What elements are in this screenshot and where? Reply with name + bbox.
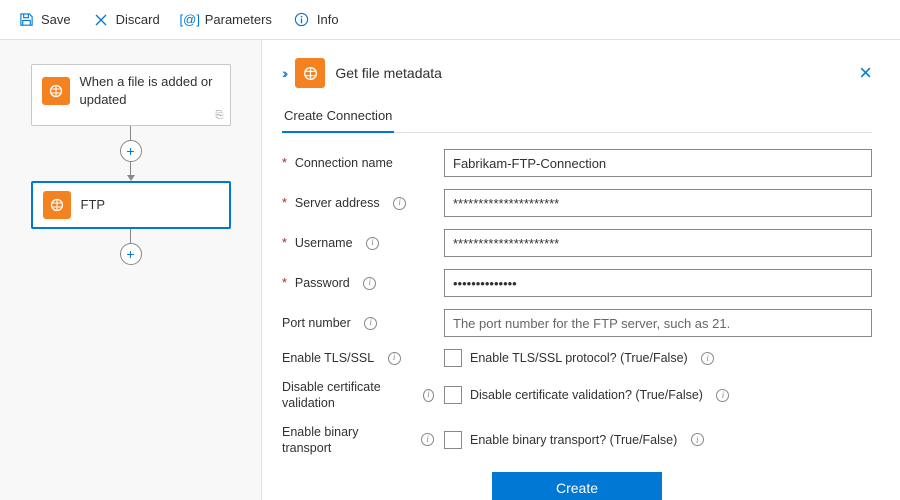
trigger-node[interactable]: When a file is added or updated ⎘ xyxy=(31,64,231,126)
info-icon[interactable]: i xyxy=(421,433,434,446)
link-icon: ⎘ xyxy=(216,110,224,121)
trigger-title: When a file is added or updated xyxy=(80,73,220,108)
action-title: FTP xyxy=(81,196,106,214)
discard-button[interactable]: Discard xyxy=(85,8,168,32)
parameters-button[interactable]: [@] Parameters xyxy=(174,8,280,32)
cert-cb-label: Disable certificate validation? (True/Fa… xyxy=(470,388,729,402)
add-step-button[interactable]: + xyxy=(120,243,142,265)
toolbar: Save Discard [@] Parameters Info xyxy=(0,0,900,40)
tab-row: Create Connection xyxy=(282,102,872,133)
info-label: Info xyxy=(317,12,339,27)
info-icon[interactable]: i xyxy=(366,237,379,250)
collapse-icon[interactable]: ›› xyxy=(282,65,285,81)
parameters-icon: [@] xyxy=(182,12,198,28)
tls-cb-label: Enable TLS/SSL protocol? (True/False) i xyxy=(470,351,714,365)
ftp-icon xyxy=(43,191,71,219)
save-button[interactable]: Save xyxy=(10,8,79,32)
designer-canvas: When a file is added or updated ⎘ + FTP … xyxy=(0,40,262,500)
info-button[interactable]: Info xyxy=(286,8,347,32)
info-icon[interactable]: i xyxy=(716,389,729,402)
details-panel: ›› Get file metadata × Create Connection… xyxy=(262,40,900,500)
action-node-ftp[interactable]: FTP xyxy=(31,181,231,229)
info-icon[interactable]: i xyxy=(423,389,434,402)
save-label: Save xyxy=(41,12,71,27)
info-icon[interactable]: i xyxy=(701,352,714,365)
info-icon[interactable]: i xyxy=(363,277,376,290)
create-button[interactable]: Create xyxy=(492,472,662,500)
server-address-label: *Server address i xyxy=(282,195,434,211)
connection-name-input[interactable] xyxy=(444,149,872,177)
password-input[interactable] xyxy=(444,269,872,297)
save-icon xyxy=(18,12,34,28)
tls-label: Enable TLS/SSL i xyxy=(282,350,434,366)
username-label: *Username i xyxy=(282,235,434,251)
info-icon[interactable]: i xyxy=(691,433,704,446)
discard-icon xyxy=(93,12,109,28)
info-icon[interactable]: i xyxy=(388,352,401,365)
tab-create-connection[interactable]: Create Connection xyxy=(282,102,394,133)
info-icon[interactable]: i xyxy=(393,197,406,210)
ftp-icon xyxy=(42,77,70,105)
server-address-input[interactable] xyxy=(444,189,872,217)
info-icon xyxy=(294,12,310,28)
binary-cb-label: Enable binary transport? (True/False) i xyxy=(470,433,704,447)
ftp-icon xyxy=(295,58,325,88)
password-label: *Password i xyxy=(282,275,434,291)
connection-name-label: *Connection name xyxy=(282,155,434,171)
close-icon[interactable]: × xyxy=(859,60,872,86)
panel-title: Get file metadata xyxy=(335,65,849,81)
add-step-button[interactable]: + xyxy=(120,140,142,162)
tls-checkbox[interactable] xyxy=(444,349,462,367)
binary-label: Enable binary transport i xyxy=(282,424,434,457)
port-input[interactable] xyxy=(444,309,872,337)
parameters-label: Parameters xyxy=(205,12,272,27)
cert-label: Disable certificate validation i xyxy=(282,379,434,412)
binary-checkbox[interactable] xyxy=(444,431,462,449)
cert-checkbox[interactable] xyxy=(444,386,462,404)
info-icon[interactable]: i xyxy=(364,317,377,330)
discard-label: Discard xyxy=(116,12,160,27)
username-input[interactable] xyxy=(444,229,872,257)
port-label: Port number i xyxy=(282,315,434,331)
